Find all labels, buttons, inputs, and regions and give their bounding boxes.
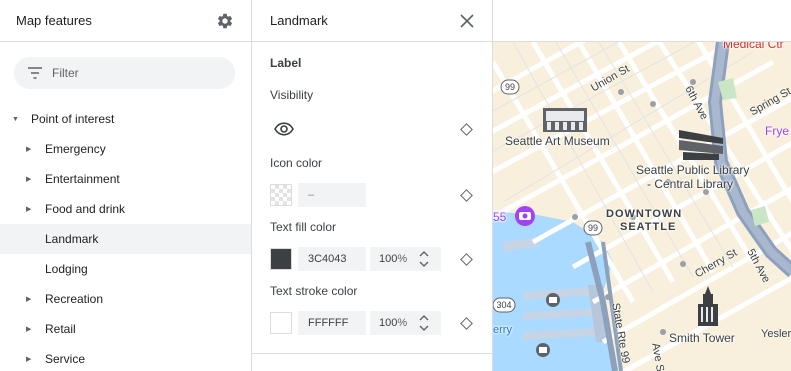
tree-item-label: Emergency <box>45 142 106 156</box>
visibility-label: Visibility <box>270 88 314 102</box>
panel-divider <box>252 353 492 354</box>
collapsed-triangle-icon[interactable]: ▶ <box>26 175 45 183</box>
tree-item-emergency[interactable]: ▶ Emergency <box>0 134 251 164</box>
text-fill-opacity-field[interactable]: 100% <box>370 247 441 271</box>
text-stroke-label: Text stroke color <box>270 284 358 298</box>
map-label-55: 55 <box>493 210 507 224</box>
tree-item-point-of-interest[interactable]: ▼ Point of interest <box>0 104 251 134</box>
tree-item-label: Recreation <box>45 292 104 306</box>
text-stroke-swatch[interactable] <box>270 312 292 334</box>
feature-tree: ▼ Point of interest ▶ Emergency ▶ Entertainme… <box>0 104 251 371</box>
text-fill-diamond-icon[interactable] <box>460 253 473 266</box>
map-label-medical-ctr: Medical Ctr <box>723 42 784 51</box>
tree-item-entertainment[interactable]: ▶ Entertainment <box>0 164 251 194</box>
text-stroke-opacity-field[interactable]: 100% <box>370 311 441 335</box>
text-fill-label: Text fill color <box>270 220 337 234</box>
area-label-seattle: SEATTLE <box>620 221 677 233</box>
route-shield-304: 304 <box>496 300 511 310</box>
section-title-label: Label <box>270 56 302 70</box>
expanded-triangle-icon[interactable]: ▼ <box>12 116 31 123</box>
tree-item-label: Entertainment <box>45 172 120 186</box>
tree-item-label: Lodging <box>45 262 88 276</box>
map-features-panel: Map features ▼Point of interest▶Emergenc… <box>0 0 252 371</box>
text-stroke-opacity-value: 100 <box>379 317 398 329</box>
route-shield-99: 99 <box>505 82 515 92</box>
text-stroke-hex-field[interactable]: FFFFFF <box>298 311 366 335</box>
map-label-ferry: erry <box>493 324 512 336</box>
poi-label-seattle-public-library[interactable]: Seattle Public Library <box>636 164 749 177</box>
tree-item-landmark[interactable]: Landmark <box>0 224 251 254</box>
close-icon[interactable] <box>458 12 476 30</box>
collapsed-triangle-icon[interactable]: ▶ <box>26 325 45 333</box>
map-preview[interactable]: 99 99 304 Medical Ctr Union St 6th Ave S… <box>492 42 791 371</box>
filter-icon <box>28 65 44 81</box>
tree-item-lodging[interactable]: Lodging <box>0 254 251 284</box>
app-root: Map features ▼Point of interest▶Emergenc… <box>0 0 791 371</box>
icon-color-diamond-icon[interactable] <box>460 189 473 202</box>
tree-item-label: Food and drink <box>45 202 126 216</box>
collapsed-triangle-icon[interactable]: ▶ <box>26 145 45 153</box>
map-features-header: Map features <box>0 0 251 42</box>
percent-unit: % <box>397 253 408 265</box>
visibility-keyframe-diamond-icon[interactable] <box>460 123 473 136</box>
tree-item-food-and-drink[interactable]: ▶ Food and drink <box>0 194 251 224</box>
tree-item-label: Landmark <box>45 232 99 246</box>
landmark-header: Landmark <box>252 0 492 42</box>
icon-color-label: Icon color <box>270 156 323 170</box>
tree-item-label: Point of interest <box>31 112 115 126</box>
tree-item-retail[interactable]: ▶ Retail <box>0 314 251 344</box>
opacity-stepper-icon[interactable] <box>418 249 430 269</box>
route-shield-99: 99 <box>588 223 598 233</box>
collapsed-triangle-icon[interactable]: ▶ <box>26 355 45 363</box>
poi-label-seattle-art-museum[interactable]: Seattle Art Museum <box>505 135 610 148</box>
detail-title: Landmark <box>270 13 328 28</box>
filter-box[interactable] <box>14 57 235 89</box>
tree-item-label: Retail <box>45 322 76 336</box>
panel-title: Map features <box>16 13 92 28</box>
tree-item-label: Service <box>45 352 86 366</box>
tree-item-recreation[interactable]: ▶ Recreation <box>0 284 251 314</box>
area-label-downtown: DOWNTOWN <box>606 208 683 220</box>
map-label-frye: Frye <box>765 124 789 138</box>
text-fill-hex-field[interactable]: 3C4043 <box>298 247 366 271</box>
poi-label-central-library[interactable]: - Central Library <box>647 178 733 191</box>
settings-gear-icon[interactable] <box>215 11 235 31</box>
opacity-stepper-icon[interactable] <box>418 313 430 333</box>
icon-color-swatch[interactable] <box>270 184 292 206</box>
filter-input[interactable] <box>52 66 222 80</box>
collapsed-triangle-icon[interactable]: ▶ <box>26 295 45 303</box>
tree-item-service[interactable]: ▶ Service <box>0 344 251 371</box>
street-label-yesler: Yesler <box>761 328 791 340</box>
text-stroke-diamond-icon[interactable] <box>460 317 473 330</box>
text-fill-opacity-value: 100 <box>379 253 398 265</box>
icon-color-field[interactable]: – <box>298 183 366 207</box>
poi-label-smith-tower[interactable]: Smith Tower <box>669 332 735 345</box>
percent-unit: % <box>397 317 408 329</box>
visibility-eye-icon[interactable] <box>274 121 294 137</box>
map-toolbar-area <box>492 0 791 42</box>
map-canvas: 99 99 304 <box>493 42 791 371</box>
landmark-style-panel: Landmark Label Visibility Icon color – T… <box>252 0 492 371</box>
text-fill-swatch[interactable] <box>270 248 292 270</box>
collapsed-triangle-icon[interactable]: ▶ <box>26 205 45 213</box>
